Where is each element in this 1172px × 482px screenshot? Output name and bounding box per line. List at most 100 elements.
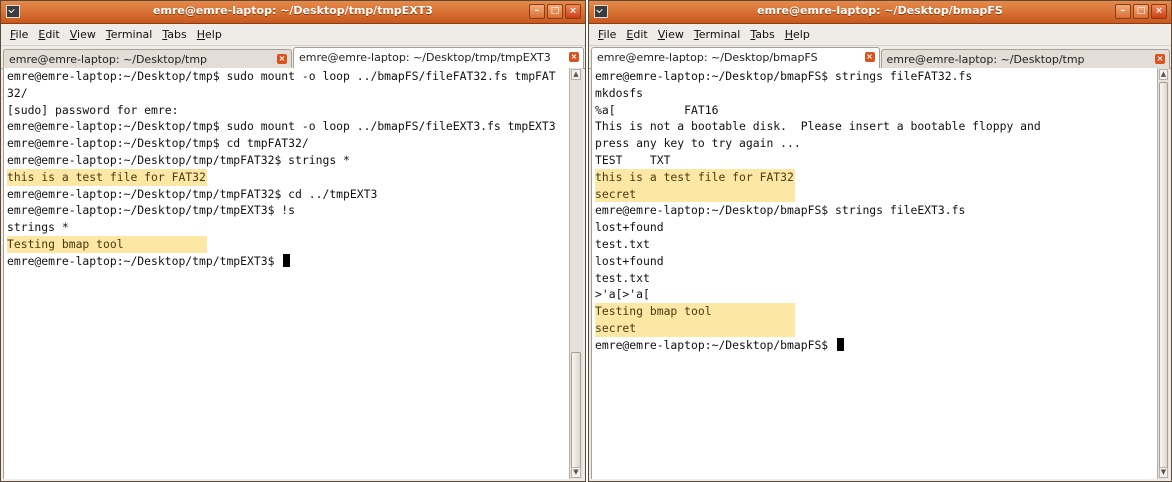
terminal-line: emre@emre-laptop:~/Desktop/tmp$ sudo mou…: [4, 68, 569, 85]
terminal-line: [sudo] password for emre:: [4, 102, 569, 119]
terminal-line: lost+found: [592, 219, 1157, 236]
tab-close-icon[interactable]: ×: [864, 52, 875, 62]
terminal-line: emre@emre-laptop:~/Desktop/tmp/tmpEXT3$: [4, 253, 569, 270]
menu-item[interactable]: Help: [780, 28, 815, 41]
scroll-up-icon[interactable]: ▲: [571, 69, 581, 80]
terminal-line: >'a[>'a[: [592, 286, 1157, 303]
terminal-line: secret: [592, 185, 1157, 203]
highlighted-output: secret: [595, 185, 795, 203]
highlighted-output: secret: [595, 319, 795, 337]
menu-label: iew: [77, 28, 96, 41]
terminal-line: this is a test file for FAT32: [4, 168, 569, 186]
terminal-line: emre@emre-laptop:~/Desktop/tmp$ cd tmpFA…: [4, 135, 569, 152]
menu-bar: File Edit View Terminal Tabs Help: [589, 24, 1171, 46]
line-text: mkdosfs: [595, 85, 644, 100]
window-title: emre@emre-laptop: ~/Desktop/tmp/tmpEXT3: [153, 4, 433, 17]
title-bar[interactable]: emre@emre-laptop: ~/Desktop/bmapFS – □ ×: [589, 1, 1171, 24]
menu-label: ile: [15, 28, 29, 41]
minimize-icon[interactable]: –: [529, 4, 545, 19]
maximize-icon[interactable]: □: [1133, 4, 1149, 19]
text-cursor: [837, 337, 845, 351]
highlighted-output: this is a test file for FAT32: [7, 168, 207, 186]
terminal-output[interactable]: emre@emre-laptop:~/Desktop/bmapFS$ strin…: [591, 68, 1157, 479]
line-text: test.txt: [595, 236, 650, 251]
line-text: emre@emre-laptop:~/Desktop/tmp/tmpEXT3$ …: [7, 203, 296, 218]
line-text: strings *: [7, 220, 69, 235]
menu-label: erminal: [698, 28, 741, 41]
vertical-scrollbar[interactable]: ▲ ▼: [569, 68, 583, 479]
tab-close-icon[interactable]: ×: [277, 54, 287, 64]
window-title: emre@emre-laptop: ~/Desktop/bmapFS: [757, 4, 1003, 17]
terminal-window-right: emre@emre-laptop: ~/Desktop/bmapFS – □ ×…: [588, 0, 1172, 482]
terminal-line: Testing bmap tool: [592, 303, 1157, 320]
terminal-line: strings *: [4, 219, 569, 236]
terminal-output[interactable]: emre@emre-laptop:~/Desktop/tmp$ sudo mou…: [3, 68, 569, 479]
menu-item[interactable]: Terminal: [689, 28, 746, 41]
line-text: press any key to try again ...: [595, 136, 801, 151]
menu-item[interactable]: Terminal: [101, 28, 158, 41]
scroll-thumb[interactable]: [1159, 82, 1168, 478]
terminal-line: emre@emre-laptop:~/Desktop/bmapFS$: [592, 337, 1157, 354]
scroll-down-icon[interactable]: ▼: [571, 467, 581, 478]
menu-item[interactable]: Edit: [33, 28, 64, 41]
line-text: emre@emre-laptop:~/Desktop/bmapFS$ strin…: [595, 203, 966, 218]
scroll-down-icon[interactable]: ▼: [1159, 467, 1168, 478]
highlighted-output: Testing bmap tool: [7, 235, 207, 253]
terminal-line: emre@emre-laptop:~/Desktop/tmp$ sudo mou…: [4, 118, 569, 135]
close-icon[interactable]: ×: [1151, 4, 1167, 19]
line-text: test.txt: [595, 270, 650, 285]
scroll-thumb[interactable]: [571, 352, 581, 472]
terminal-line: emre@emre-laptop:~/Desktop/bmapFS$ strin…: [592, 68, 1157, 85]
maximize-icon[interactable]: □: [547, 4, 563, 19]
menu-label: erminal: [110, 28, 153, 41]
terminal-line: emre@emre-laptop:~/Desktop/tmp/tmpFAT32$…: [4, 152, 569, 169]
tab-label: emre@emre-laptop: ~/Desktop/bmapFS: [597, 51, 818, 64]
close-icon[interactable]: ×: [565, 4, 581, 19]
menu-item[interactable]: Tabs: [745, 28, 779, 41]
tab[interactable]: emre@emre-laptop: ~/Desktop/tmp ×: [3, 49, 292, 68]
menu-label: abs: [755, 28, 775, 41]
menu-item[interactable]: View: [65, 28, 101, 41]
terminal-line: lost+found: [592, 253, 1157, 270]
tab-bar: emre@emre-laptop: ~/Desktop/tmp × emre@emr…: [1, 46, 585, 69]
menu-item[interactable]: Help: [192, 28, 227, 41]
line-text: emre@emre-laptop:~/Desktop/tmp/tmpFAT32$…: [7, 186, 378, 201]
terminal-line: Testing bmap tool: [4, 235, 569, 253]
terminal-line: secret: [592, 319, 1157, 337]
highlighted-output: this is a test file for FAT32: [595, 168, 795, 186]
tab[interactable]: emre@emre-laptop: ~/Desktop/bmapFS ×: [591, 47, 880, 68]
scroll-up-icon[interactable]: ▲: [1159, 69, 1168, 80]
text-cursor: [283, 253, 291, 267]
menu-item[interactable]: File: [593, 28, 621, 41]
line-text: emre@emre-laptop:~/Desktop/tmp/tmpEXT3$: [7, 253, 282, 268]
menu-label: elp: [793, 28, 810, 41]
tab[interactable]: emre@emre-laptop: ~/Desktop/tmp ×: [880, 49, 1170, 68]
tab-close-icon[interactable]: ×: [569, 52, 579, 62]
line-text: %a[ FAT16: [595, 102, 719, 117]
tab[interactable]: emre@emre-laptop: ~/Desktop/tmp/tmpEXT3 ×: [293, 47, 584, 68]
vertical-scrollbar[interactable]: ▲ ▼: [1157, 68, 1169, 479]
terminal-line: this is a test file for FAT32: [592, 168, 1157, 186]
terminal-line: emre@emre-laptop:~/Desktop/tmp/tmpEXT3$ …: [4, 202, 569, 219]
line-text: emre@emre-laptop:~/Desktop/bmapFS$ strin…: [595, 69, 973, 83]
terminal-line: emre@emre-laptop:~/Desktop/tmp/tmpFAT32$…: [4, 186, 569, 203]
title-bar[interactable]: emre@emre-laptop: ~/Desktop/tmp/tmpEXT3 …: [1, 1, 585, 24]
menu-label: dit: [45, 28, 60, 41]
menu-label: elp: [205, 28, 222, 41]
menu-item[interactable]: Tabs: [157, 28, 191, 41]
menu-item[interactable]: File: [5, 28, 33, 41]
terminal-line: test.txt: [592, 270, 1157, 287]
menu-label: iew: [665, 28, 684, 41]
line-text: 32/: [7, 85, 28, 100]
tab-close-icon[interactable]: ×: [1155, 54, 1165, 64]
menu-item[interactable]: View: [653, 28, 689, 41]
terminal-line: %a[ FAT16: [592, 102, 1157, 119]
line-text: lost+found: [595, 220, 664, 235]
menu-mnemonic: V: [657, 28, 666, 41]
tab-label: emre@emre-laptop: ~/Desktop/tmp: [886, 53, 1085, 66]
terminal-line: press any key to try again ...: [592, 135, 1157, 152]
minimize-icon[interactable]: –: [1115, 4, 1131, 19]
menu-item[interactable]: Edit: [621, 28, 652, 41]
window-controls: – □ ×: [529, 4, 581, 19]
line-text: TEST TXT: [595, 152, 671, 167]
